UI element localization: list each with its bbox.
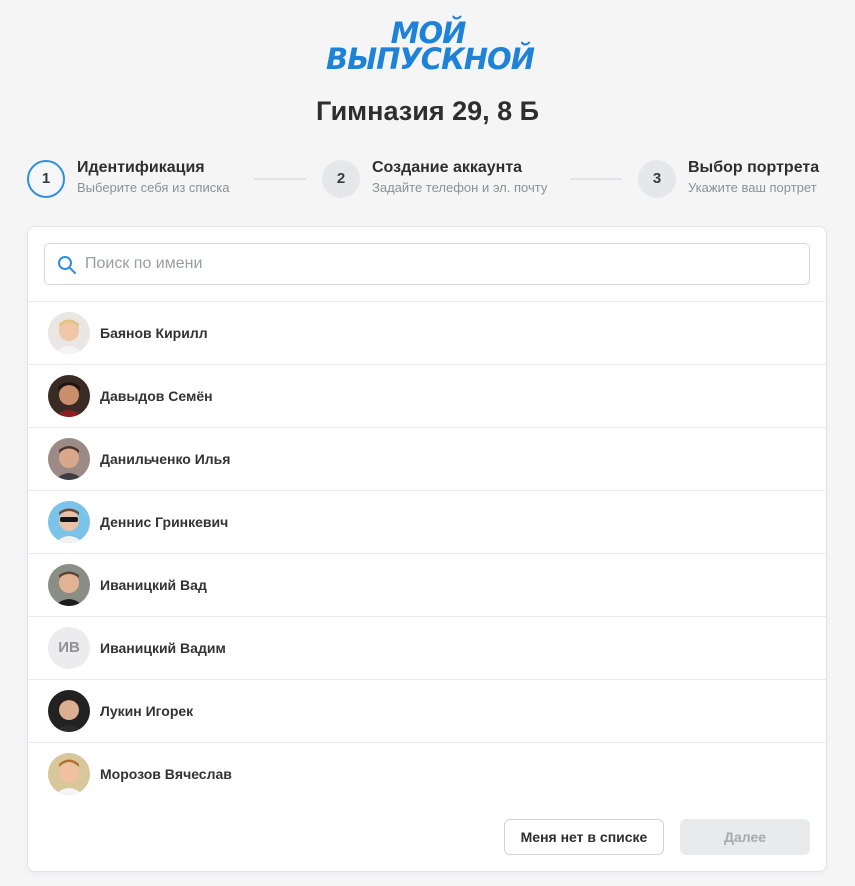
student-name: Иваницкий Вад (100, 577, 207, 593)
logo-line-2: ВЫПУСКНОЙ (326, 42, 535, 76)
student-selection-card: Баянов Кирилл Давыдов Семён (27, 226, 827, 872)
student-row[interactable]: Баянов Кирилл (28, 302, 826, 365)
avatar (48, 375, 90, 417)
step-connector (570, 178, 622, 180)
avatar (48, 753, 90, 795)
avatar (48, 690, 90, 732)
avatar-initials: ИВ (48, 627, 90, 669)
avatar (48, 501, 90, 543)
step-title: Идентификация (77, 159, 205, 176)
step-title: Выбор портрета (688, 159, 820, 176)
step-subtitle: Выберите себя из списка (77, 180, 230, 195)
step-connector (254, 178, 306, 180)
student-name: Давыдов Семён (100, 388, 213, 404)
avatar (48, 438, 90, 480)
student-row[interactable]: Данильченко Илья (28, 428, 826, 491)
student-row[interactable]: ИВ Иваницкий Вадим (28, 617, 826, 680)
search-icon (58, 256, 76, 274)
student-name: Морозов Вячеслав (100, 766, 232, 782)
card-footer: Меня нет в списке Далее (28, 803, 826, 871)
student-list[interactable]: Баянов Кирилл Давыдов Семён Данильченко … (28, 301, 826, 803)
student-row[interactable]: Лукин Игорек (28, 680, 826, 743)
step-subtitle: Укажите ваш портрет (688, 180, 817, 195)
student-name: Лукин Игорек (100, 703, 194, 719)
student-row[interactable]: Деннис Гринкевич (28, 491, 826, 554)
student-row[interactable]: Иваницкий Вад (28, 554, 826, 617)
not-in-list-button[interactable]: Меня нет в списке (504, 819, 664, 855)
student-row[interactable]: Давыдов Семён (28, 365, 826, 428)
page-title: Гимназия 29, 8 Б (315, 96, 540, 126)
student-name: Иваницкий Вадим (100, 640, 226, 656)
search-input[interactable] (85, 244, 795, 284)
step-subtitle: Задайте телефон и эл. почту (372, 180, 548, 195)
search-box (44, 243, 810, 285)
step-number: 3 (638, 160, 676, 198)
student-row[interactable]: Морозов Вячеслав (28, 743, 826, 803)
student-name: Данильченко Илья (100, 451, 231, 467)
student-name: Баянов Кирилл (100, 325, 208, 341)
step-number: 2 (322, 160, 360, 198)
logo: МОЙ ВЫПУСКНОЙ (326, 19, 535, 76)
next-button[interactable]: Далее (680, 819, 810, 855)
avatar (48, 564, 90, 606)
student-name: Деннис Гринкевич (100, 514, 229, 530)
step-number: 1 (27, 160, 65, 198)
avatar (48, 312, 90, 354)
step-title: Создание аккаунта (372, 159, 523, 176)
page: МОЙ ВЫПУСКНОЙ Гимназия 29, 8 Б 1 Идентиф… (0, 0, 855, 886)
